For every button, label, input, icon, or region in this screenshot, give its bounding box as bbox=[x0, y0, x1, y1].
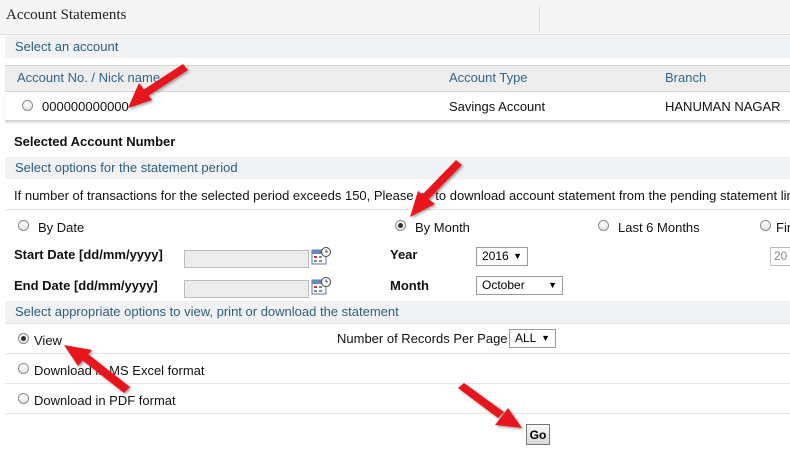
start-date-label: Start Date [dd/mm/yyyy] bbox=[14, 247, 163, 262]
excel-label: Download in MS Excel format bbox=[34, 363, 205, 378]
account-type: Savings Account bbox=[449, 99, 546, 114]
col-account-type: Account Type bbox=[449, 70, 528, 85]
by-date-label: By Date bbox=[38, 220, 85, 235]
financial-year-label: Fin bbox=[776, 220, 790, 235]
selected-account-label: Selected Account Number bbox=[14, 134, 176, 149]
view-label: View bbox=[34, 333, 62, 348]
month-label: Month bbox=[390, 278, 429, 293]
account-number: 000000000000 bbox=[42, 99, 129, 114]
account-branch: HANUMAN NAGAR bbox=[665, 99, 781, 114]
calendar-icon[interactable] bbox=[311, 246, 331, 266]
period-heading: Select options for the statement period bbox=[5, 157, 790, 179]
chevron-down-icon: ▼ bbox=[513, 251, 522, 261]
pdf-label: Download in PDF format bbox=[34, 393, 176, 408]
divider bbox=[5, 383, 790, 384]
pdf-radio[interactable] bbox=[18, 393, 29, 404]
end-date-label: End Date [dd/mm/yyyy] bbox=[14, 278, 158, 293]
records-per-page-select[interactable]: ALL ▼ bbox=[509, 329, 556, 348]
account-radio[interactable] bbox=[22, 100, 33, 111]
by-month-label: By Month bbox=[415, 220, 470, 235]
go-button[interactable]: Go bbox=[526, 424, 550, 445]
month-select[interactable]: October ▼ bbox=[476, 276, 563, 295]
end-date-input[interactable] bbox=[184, 280, 309, 298]
divider bbox=[5, 413, 790, 414]
divider bbox=[5, 353, 790, 354]
select-account-heading: Select an account bbox=[5, 36, 790, 58]
last-6-months-radio[interactable] bbox=[598, 220, 609, 231]
chevron-down-icon: ▼ bbox=[548, 280, 557, 290]
year-value: 2016 bbox=[482, 249, 509, 263]
col-account-no: Account No. / Nick name bbox=[17, 70, 161, 85]
year-label: Year bbox=[390, 247, 418, 262]
calendar-icon[interactable] bbox=[311, 276, 331, 296]
year-select[interactable]: 2016 ▼ bbox=[476, 247, 528, 266]
page-title: Account Statements bbox=[6, 7, 127, 23]
excel-radio[interactable] bbox=[18, 363, 29, 374]
col-branch: Branch bbox=[665, 70, 707, 85]
records-per-page-label: Number of Records Per Page bbox=[337, 331, 508, 346]
title-divider bbox=[539, 5, 540, 31]
red-arrow-icon bbox=[458, 383, 522, 428]
divider bbox=[5, 209, 790, 210]
by-month-radio[interactable] bbox=[395, 220, 406, 231]
divider bbox=[5, 323, 790, 324]
financial-year-radio[interactable] bbox=[760, 220, 771, 231]
transactions-notice: If number of transactions for the select… bbox=[14, 188, 790, 203]
output-heading: Select appropriate options to view, prin… bbox=[5, 301, 790, 323]
last-6-months-label: Last 6 Months bbox=[618, 220, 700, 235]
records-value: ALL bbox=[515, 331, 537, 345]
month-value: October bbox=[482, 278, 525, 292]
financial-year-field[interactable]: 20 bbox=[770, 247, 790, 266]
view-radio[interactable] bbox=[18, 333, 29, 344]
chevron-down-icon: ▼ bbox=[541, 333, 550, 343]
start-date-input[interactable] bbox=[184, 250, 309, 268]
by-date-radio[interactable] bbox=[18, 220, 29, 231]
